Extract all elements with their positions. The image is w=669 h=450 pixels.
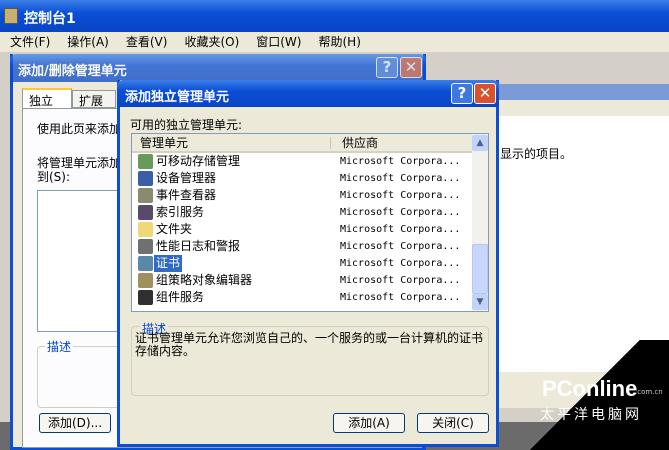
front-dialog-title: 添加独立管理单元 bbox=[125, 90, 230, 105]
scroll-up-button[interactable]: ▲ bbox=[472, 135, 488, 151]
event-viewer-icon bbox=[138, 188, 153, 203]
tab-extensions[interactable]: 扩展 bbox=[72, 90, 116, 108]
snapin-added-list[interactable] bbox=[37, 190, 127, 332]
removable-storage-icon bbox=[138, 154, 153, 169]
back-right-text: 显示的项目。 bbox=[500, 147, 573, 161]
column-vendor[interactable]: 供应商 bbox=[342, 134, 378, 152]
snapin-name: 性能日志和警报 bbox=[156, 239, 241, 253]
snapin-name: 文件夹 bbox=[156, 222, 193, 236]
list-item[interactable]: 索引服务 Microsoft Corpora... bbox=[132, 204, 472, 221]
snapin-name: 组件服务 bbox=[156, 290, 205, 304]
snapin-vendor: Microsoft Corpora... bbox=[340, 258, 461, 269]
snapin-vendor: Microsoft Corpora... bbox=[340, 190, 461, 201]
console-icon bbox=[4, 8, 18, 24]
main-title-bar: 控制台1 bbox=[0, 0, 669, 32]
back-dialog-title: 添加/删除管理单元 bbox=[18, 64, 127, 79]
snapin-vendor: Microsoft Corpora... bbox=[340, 241, 461, 252]
menu-action[interactable]: 操作(A) bbox=[67, 32, 109, 52]
list-scrollbar[interactable]: ▲ ▼ bbox=[472, 134, 488, 311]
back-description-label: 描述 bbox=[45, 338, 74, 355]
menu-view[interactable]: 查看(V) bbox=[126, 32, 168, 52]
component-services-icon bbox=[138, 290, 153, 305]
available-snapins-label: 可用的独立管理单元: bbox=[130, 118, 243, 132]
menu-file[interactable]: 文件(F) bbox=[10, 32, 50, 52]
menu-window[interactable]: 窗口(W) bbox=[256, 32, 301, 52]
back-description-group bbox=[37, 346, 127, 408]
snapin-name: 可移动存储管理 bbox=[156, 154, 241, 168]
back-intro-text: 使用此页来添加 bbox=[37, 122, 122, 136]
close-button[interactable]: ✕ bbox=[474, 83, 496, 104]
main-title: 控制台1 bbox=[24, 11, 76, 27]
pconline-watermark: PConline .com.cn 太平洋电脑网 bbox=[500, 340, 669, 450]
certificate-icon bbox=[138, 256, 153, 271]
list-item[interactable]: 设备管理器 Microsoft Corpora... bbox=[132, 170, 472, 187]
list-item[interactable]: 可移动存储管理 Microsoft Corpora... bbox=[132, 153, 472, 170]
snapin-name: 索引服务 bbox=[156, 205, 205, 219]
indexing-service-icon bbox=[138, 205, 153, 220]
list-item[interactable]: 组件服务 Microsoft Corpora... bbox=[132, 289, 472, 306]
device-manager-icon bbox=[138, 171, 153, 186]
list-item[interactable]: 文件夹 Microsoft Corpora... bbox=[132, 221, 472, 238]
list-item[interactable]: 事件查看器 Microsoft Corpora... bbox=[132, 187, 472, 204]
list-item[interactable]: 证书 Microsoft Corpora... bbox=[132, 255, 472, 272]
menu-help[interactable]: 帮助(H) bbox=[318, 32, 360, 52]
menu-bar: 文件(F) 操作(A) 查看(V) 收藏夹(O) 窗口(W) 帮助(H) bbox=[0, 32, 669, 52]
group-policy-icon bbox=[138, 273, 153, 288]
list-item[interactable]: 性能日志和警报 Microsoft Corpora... bbox=[132, 238, 472, 255]
snapin-vendor: Microsoft Corpora... bbox=[340, 156, 461, 167]
add-button[interactable]: 添加(A) bbox=[333, 413, 405, 433]
snapin-name: 证书 bbox=[154, 255, 183, 272]
snapin-vendor: Microsoft Corpora... bbox=[340, 224, 461, 235]
menu-favorites[interactable]: 收藏夹(O) bbox=[184, 32, 239, 52]
column-snapin[interactable]: 管理单元 bbox=[140, 134, 330, 152]
snapin-name: 组策略对象编辑器 bbox=[156, 273, 253, 287]
snapin-vendor: Microsoft Corpora... bbox=[340, 173, 461, 184]
folder-icon bbox=[138, 222, 153, 237]
snapin-vendor: Microsoft Corpora... bbox=[340, 275, 461, 286]
scroll-thumb[interactable] bbox=[472, 244, 488, 294]
back-close-button[interactable]: ✕ bbox=[400, 57, 422, 78]
scroll-down-button[interactable]: ▼ bbox=[472, 294, 488, 310]
list-item[interactable]: 组策略对象编辑器 Microsoft Corpora... bbox=[132, 272, 472, 289]
performance-icon bbox=[138, 239, 153, 254]
help-button[interactable]: ? bbox=[451, 83, 473, 104]
snapin-list[interactable]: 管理单元 供应商 可移动存储管理 Microsoft Corpora... 设备管理… bbox=[131, 133, 489, 312]
snapin-name: 设备管理器 bbox=[156, 171, 217, 185]
snapin-vendor: Microsoft Corpora... bbox=[340, 207, 461, 218]
tab-standalone[interactable]: 独立 bbox=[22, 88, 72, 108]
description-text: 证书管理单元允许您浏览自己的、一个服务的或一台计算机的证书存储内容。 bbox=[135, 331, 484, 358]
add-standalone-snapin-dialog: 添加独立管理单元 ? ✕ 可用的独立管理单元: 管理单元 供应商 可移动存储管理… bbox=[117, 80, 499, 447]
list-header: 管理单元 供应商 bbox=[132, 134, 472, 153]
add-to-label: 将管理单元添加到(S): bbox=[37, 156, 122, 184]
back-help-button[interactable]: ? bbox=[376, 57, 398, 78]
close-dialog-button[interactable]: 关闭(C) bbox=[417, 413, 489, 433]
snapin-vendor: Microsoft Corpora... bbox=[340, 292, 461, 303]
snapin-name: 事件查看器 bbox=[156, 188, 217, 202]
back-add-button[interactable]: 添加(D)... bbox=[39, 413, 111, 433]
